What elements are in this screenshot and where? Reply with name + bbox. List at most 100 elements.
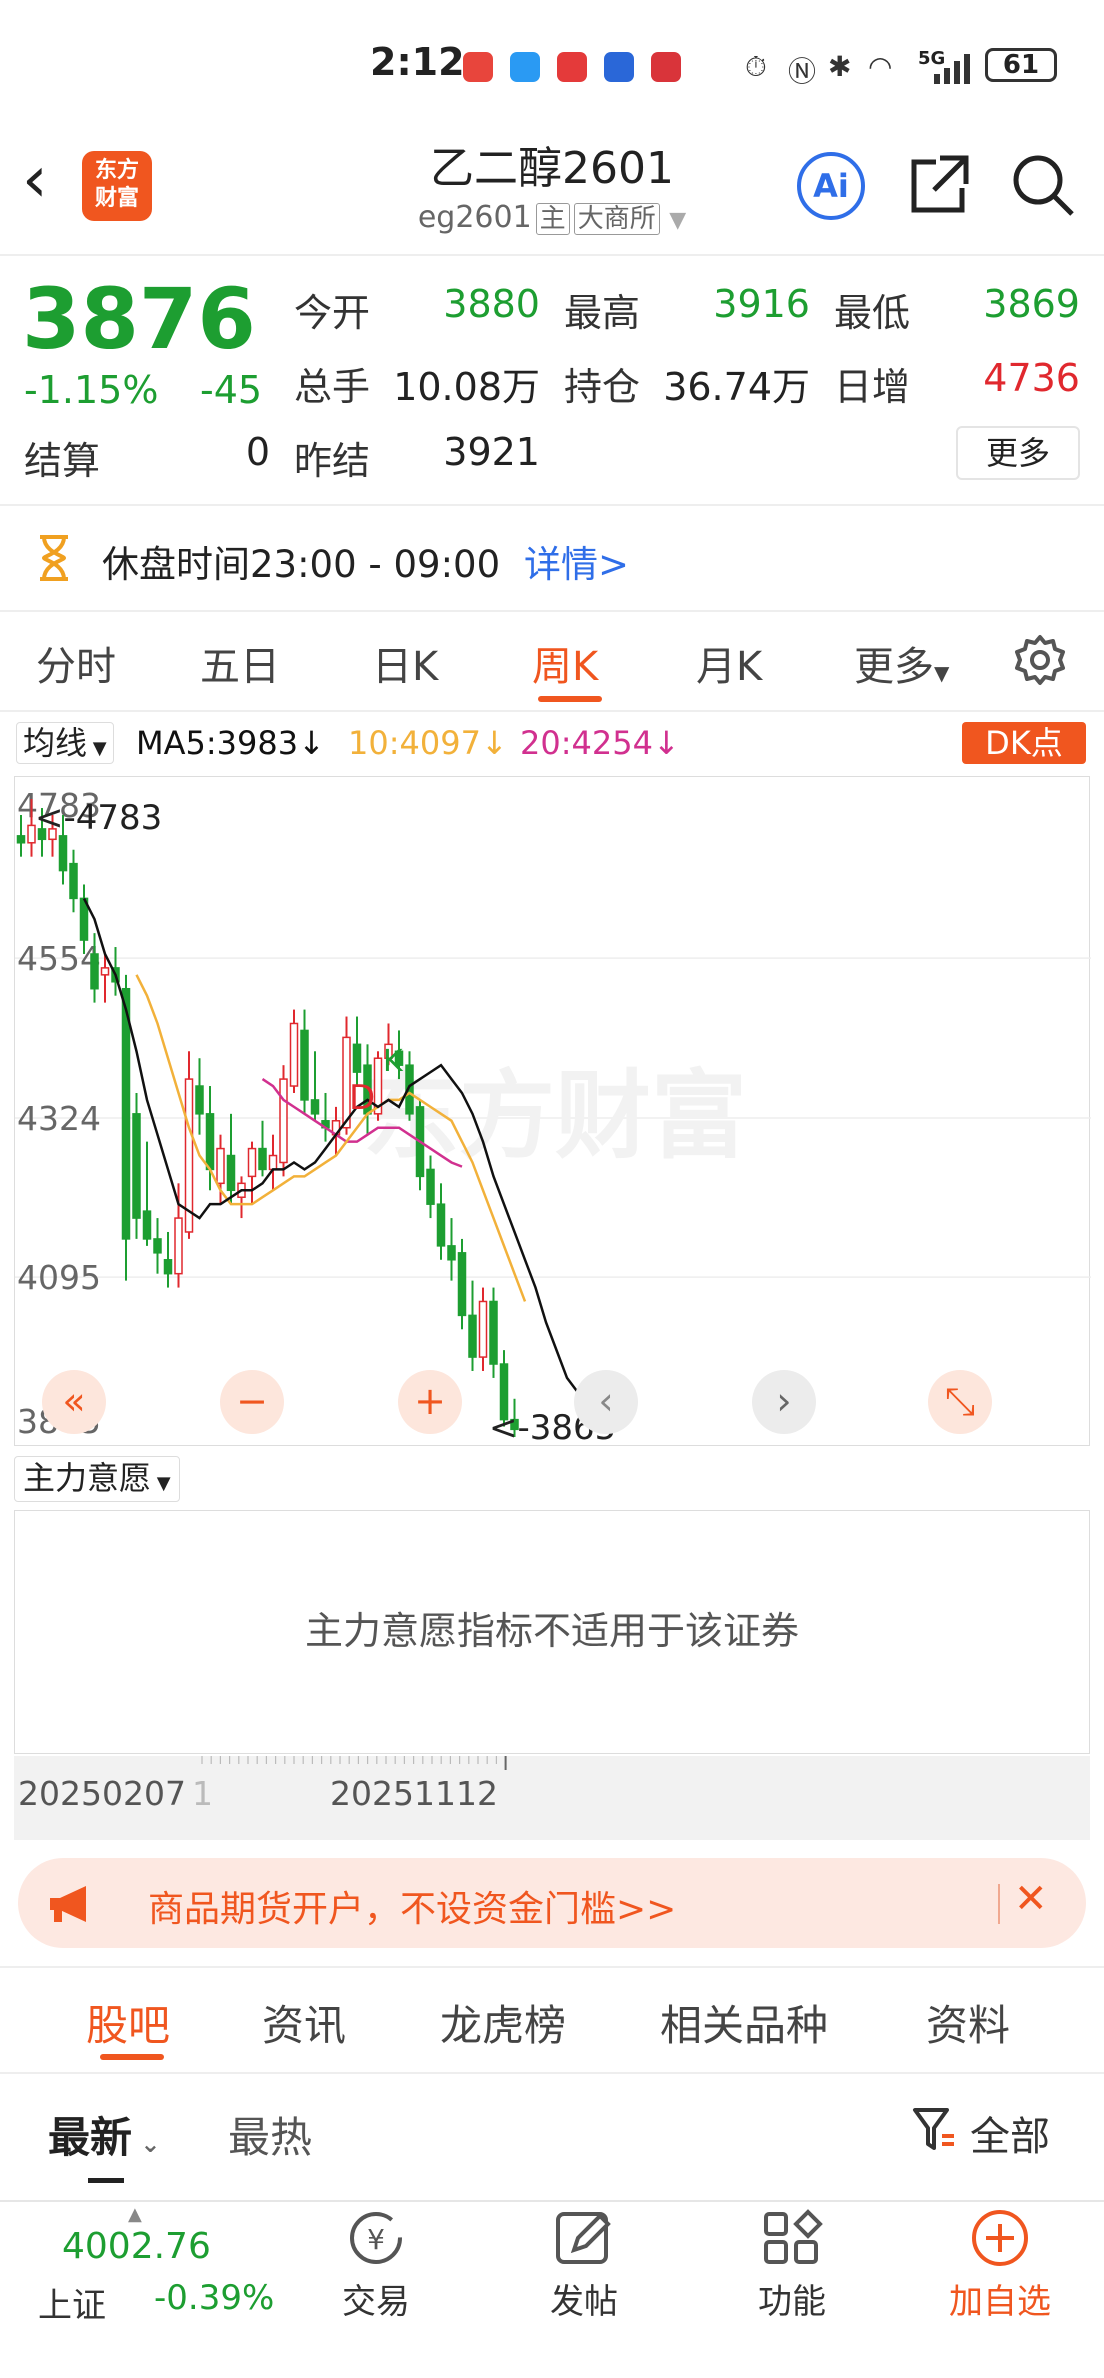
tab-related[interactable]: 相关品种 <box>660 1992 828 2053</box>
scroll-left-button[interactable]: ‹ <box>574 1370 638 1434</box>
close-icon[interactable]: ✕ <box>1014 1876 1048 1922</box>
kline-chart[interactable]: 东方财富47834554432440953865DK<-4783<-3865 <box>14 776 1091 1448</box>
ma-selector-label: 均线 <box>23 724 88 762</box>
candle-body <box>289 1022 299 1087</box>
nav-trade[interactable]: ¥ 交易 <box>326 2206 426 2323</box>
exchange-tag: 大商所 <box>573 203 660 235</box>
sort-hot[interactable]: 最热 <box>228 2104 312 2165</box>
index-value[interactable]: 4002.76 <box>62 2226 211 2267</box>
candle-body <box>279 1078 288 1164</box>
last-price: 3876 <box>22 270 256 368</box>
index-name: 上证 <box>38 2286 106 2326</box>
megaphone-icon <box>50 1886 86 1922</box>
open-interest-value: 36.74万 <box>663 365 810 409</box>
nav-add-watchlist-label: 加自选 <box>949 2282 1051 2322</box>
candle-body <box>163 1259 173 1275</box>
candle-body <box>121 987 131 1240</box>
ma-selector[interactable]: 均线 ▼ <box>16 722 114 764</box>
tab-monthly-k[interactable]: 月K <box>696 634 762 692</box>
tab-more[interactable]: 更多▼ <box>854 634 949 692</box>
candle-body <box>142 1210 152 1240</box>
trade-icon: ¥ <box>350 2212 402 2264</box>
share-icon[interactable] <box>906 152 972 218</box>
scroll-start-button[interactable]: « <box>42 1370 106 1434</box>
zoom-out-button[interactable]: − <box>220 1370 284 1434</box>
candle-body <box>153 1238 162 1254</box>
nav-function[interactable]: 功能 <box>742 2206 842 2323</box>
nfc-icon: Ⓝ <box>788 55 817 88</box>
settings-gear-icon[interactable] <box>1014 634 1066 686</box>
dropdown-triangle-icon: ▼ <box>934 661 950 685</box>
volume-value: 10.08万 <box>393 365 540 409</box>
dropdown-triangle-icon: ▼ <box>669 208 687 233</box>
status-time: 2:12 <box>370 40 465 84</box>
ma5-value: MA5:3983↓ <box>136 724 325 762</box>
sort-latest[interactable]: 最新 ⌄ <box>48 2104 160 2165</box>
tab-forum[interactable]: 股吧 <box>86 1992 170 2053</box>
nav-post[interactable]: 发帖 <box>534 2206 634 2323</box>
tab-profile[interactable]: 资料 <box>926 1992 1010 2053</box>
tab-weekly-k[interactable]: 周K <box>532 634 598 692</box>
kline-chart-svg: 东方财富47834554432440953865DK<-4783<-3865 <box>15 786 1091 1448</box>
candle-body <box>226 1154 236 1192</box>
ai-assistant-button[interactable]: Ai <box>797 152 865 220</box>
low-label: 最低 <box>834 291 911 335</box>
dropdown-triangle-icon: ▼ <box>87 738 107 759</box>
bluetooth-icon: ✱ <box>828 50 852 83</box>
tab-daily-k[interactable]: 日K <box>372 634 438 692</box>
ma20-value: 20:4254↓ <box>520 724 680 762</box>
more-quote-button[interactable]: 更多 <box>956 426 1080 480</box>
candle-body <box>216 1147 225 1185</box>
candle-body <box>436 1203 446 1247</box>
max-price-marker: <-4783 <box>35 798 162 838</box>
candle-body <box>268 1154 278 1171</box>
tab-more-label: 更多 <box>854 644 934 690</box>
search-icon[interactable] <box>1010 152 1076 218</box>
date-ticks <box>201 1756 507 1770</box>
function-icon <box>764 2209 823 2264</box>
candle-body <box>90 953 99 990</box>
post-icon <box>556 2212 611 2264</box>
dk-label-d: D <box>349 1078 375 1118</box>
details-link[interactable]: 详情> <box>524 534 629 588</box>
daily-increase-value: 4736 <box>983 356 1080 400</box>
tab-intraday[interactable]: 分时 <box>36 634 116 692</box>
filter-icon[interactable] <box>912 2106 956 2154</box>
filter-all[interactable]: 全部 <box>970 2104 1050 2162</box>
candle-body <box>457 1252 467 1317</box>
date-end-label: 20251112 <box>330 1774 498 1813</box>
fullscreen-button[interactable]: ⤡ <box>928 1370 992 1434</box>
sort-latest-label: 最新 <box>48 2113 133 2162</box>
scroll-right-button[interactable]: › <box>752 1370 816 1434</box>
y-tick-label: 4095 <box>17 1258 101 1297</box>
y-tick-label: 4324 <box>17 1099 101 1138</box>
dk-label-k: K <box>383 1044 404 1079</box>
candle-body <box>174 1217 183 1275</box>
active-tab-underline <box>100 2054 164 2060</box>
candle-body <box>16 835 26 844</box>
change-amount: -45 <box>200 368 263 412</box>
candle-body <box>100 967 110 976</box>
contract-code: eg2601 <box>417 200 532 235</box>
dk-point-button[interactable]: DK点 <box>962 722 1086 764</box>
candle-body <box>426 1168 435 1205</box>
tab-five-day[interactable]: 五日 <box>200 634 280 692</box>
y-tick-label: 4554 <box>17 939 101 978</box>
candle-body <box>478 1300 488 1358</box>
candle-body <box>310 1099 320 1115</box>
nav-function-label: 功能 <box>758 2282 826 2322</box>
svg-text:¥: ¥ <box>367 2223 385 2256</box>
nav-trade-label: 交易 <box>342 2282 410 2322</box>
volume-label: 总手 <box>294 365 371 409</box>
chevron-down-icon: ⌄ <box>132 2130 161 2158</box>
promo-text[interactable]: 商品期货开户，不设资金门槛>> <box>148 1880 676 1932</box>
indicator-selector[interactable]: 主力意愿 ▼ <box>14 1456 180 1502</box>
tab-news[interactable]: 资讯 <box>262 1992 346 2053</box>
change-percent: -1.15% <box>24 368 159 412</box>
tab-dragon-tiger[interactable]: 龙虎榜 <box>440 1992 566 2053</box>
candle-body <box>58 835 68 872</box>
zoom-in-button[interactable]: + <box>398 1370 462 1434</box>
indicator-message: 主力意愿指标不适用于该证券 <box>304 1609 799 1653</box>
nav-add-watchlist[interactable]: 加自选 <box>930 2206 1070 2323</box>
low-value: 3869 <box>983 282 1080 326</box>
